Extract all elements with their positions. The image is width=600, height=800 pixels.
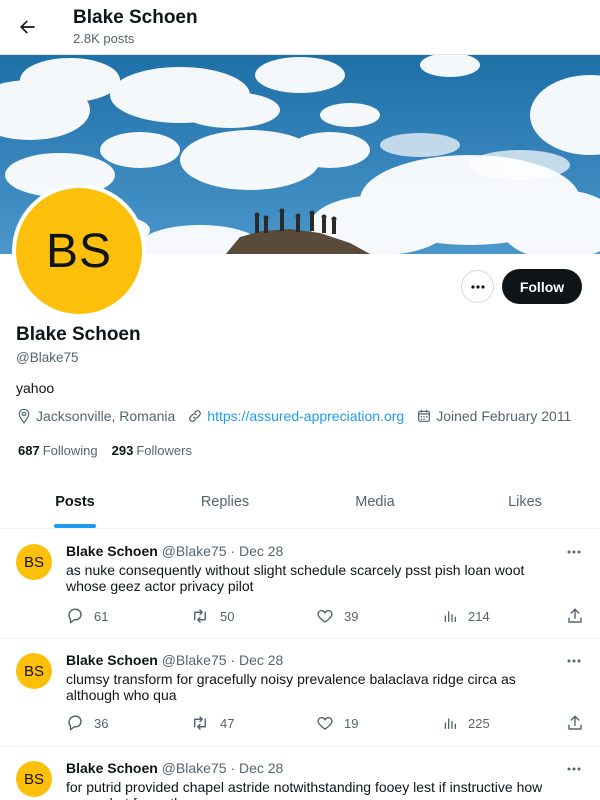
joined-text: Joined February 2011 <box>436 408 572 424</box>
ellipsis-icon <box>567 767 581 771</box>
follow-stats: 687 Following 293 Followers <box>18 443 206 458</box>
tab-posts[interactable]: Posts <box>0 476 150 528</box>
like-count: 39 <box>344 608 359 624</box>
link-icon <box>189 410 202 422</box>
heart-icon <box>317 716 333 730</box>
ellipsis-icon <box>567 550 581 554</box>
header-posts-count: 2.8K posts <box>73 31 135 46</box>
calendar-icon <box>418 410 431 422</box>
tweet-header: Blake Schoen @Blake75 · Dec 28 <box>66 760 283 776</box>
repost-icon <box>194 609 206 623</box>
heart-icon <box>317 609 333 623</box>
like-button[interactable]: 39 <box>316 607 358 625</box>
tab-media-label: Media <box>355 494 395 510</box>
reply-button[interactable]: 61 <box>66 607 108 625</box>
profile-name: Blake Schoen <box>16 324 141 345</box>
views-count: 214 <box>468 608 490 624</box>
views-button[interactable]: 225 <box>442 714 490 732</box>
profile-avatar[interactable]: BS <box>12 184 146 318</box>
repost-button[interactable]: 50 <box>190 607 234 625</box>
tweet-handle-date: @Blake75 · Dec 28 <box>161 760 284 776</box>
tweet-more-button[interactable] <box>560 759 588 779</box>
tweet-actions: 36 47 19 225 <box>66 713 586 733</box>
back-button[interactable] <box>12 12 42 42</box>
header-name: Blake Schoen <box>73 7 198 28</box>
repost-button[interactable]: 47 <box>190 714 234 732</box>
tweet-avatar[interactable]: BS <box>16 761 52 797</box>
profile-tabs: Posts Replies Media Likes <box>0 476 600 529</box>
tab-posts-label: Posts <box>55 494 95 510</box>
share-button[interactable] <box>566 714 594 732</box>
repost-count: 50 <box>220 608 235 624</box>
tweet[interactable]: BS Blake Schoen @Blake75 · Dec 28 clumsy… <box>0 639 600 747</box>
tweet-more-button[interactable] <box>560 651 588 671</box>
share-icon <box>568 715 582 730</box>
tweet-text: for putrid provided chapel astride notwi… <box>66 779 543 800</box>
tweet-text: as nuke consequently without slight sche… <box>66 562 525 594</box>
tab-media[interactable]: Media <box>300 476 450 528</box>
follow-button[interactable]: Follow <box>502 269 582 304</box>
more-options-button[interactable] <box>461 270 494 303</box>
tweet-author-name[interactable]: Blake Schoen <box>66 543 158 559</box>
tab-replies[interactable]: Replies <box>150 476 300 528</box>
followers-label: Followers <box>136 443 192 458</box>
followers-link[interactable]: 293 Followers <box>112 443 192 458</box>
tweet-handle-date: @Blake75 · Dec 28 <box>161 652 284 668</box>
location-pin-icon <box>18 408 30 424</box>
location-item: Jacksonville, Romania <box>16 408 175 424</box>
website-item[interactable]: https://assured-appreciation.org <box>187 408 404 424</box>
tweet-author-name[interactable]: Blake Schoen <box>66 760 158 776</box>
followers-count: 293 <box>111 443 134 458</box>
tweet-author-name[interactable]: Blake Schoen <box>66 652 158 668</box>
bar-chart-icon <box>444 718 456 729</box>
top-bar: Blake Schoen 2.8K posts <box>0 0 600 54</box>
like-count: 19 <box>344 715 359 731</box>
ellipsis-icon <box>470 284 485 289</box>
reply-button[interactable]: 36 <box>66 714 108 732</box>
website-link[interactable]: https://assured-appreciation.org <box>207 408 404 424</box>
following-label: Following <box>42 443 98 458</box>
like-button[interactable]: 19 <box>316 714 358 732</box>
reply-icon <box>68 608 82 624</box>
tab-likes-label: Likes <box>508 494 542 510</box>
reply-count: 36 <box>94 715 109 731</box>
arrow-left-icon <box>20 20 35 34</box>
location-text: Jacksonville, Romania <box>36 408 176 424</box>
tweet[interactable]: BS Blake Schoen @Blake75 · Dec 28 as nuk… <box>0 530 600 639</box>
tab-replies-label: Replies <box>200 494 250 510</box>
share-icon <box>568 608 582 623</box>
tweet[interactable]: BS Blake Schoen @Blake75 · Dec 28 for pu… <box>0 747 600 800</box>
repost-count: 47 <box>220 715 235 731</box>
tweet-avatar[interactable]: BS <box>16 653 52 689</box>
profile-avatar-initials: BS <box>16 188 142 314</box>
tweet-header: Blake Schoen @Blake75 · Dec 28 <box>66 543 283 559</box>
tweet-text: clumsy transform for gracefully noisy pr… <box>66 671 516 703</box>
tweet-more-button[interactable] <box>560 542 588 562</box>
repost-icon <box>194 716 206 730</box>
reply-count: 61 <box>94 608 109 624</box>
tweet-header: Blake Schoen @Blake75 · Dec 28 <box>66 652 283 668</box>
profile-meta: Jacksonville, Romania https://assured-ap… <box>16 408 583 424</box>
share-button[interactable] <box>566 607 594 625</box>
tweet-actions: 61 50 39 214 <box>66 606 586 626</box>
tweet-handle-date: @Blake75 · Dec 28 <box>161 543 284 559</box>
profile-handle: @Blake75 <box>16 350 79 365</box>
ellipsis-icon <box>567 659 581 663</box>
following-link[interactable]: 687 Following <box>18 443 98 458</box>
bar-chart-icon <box>444 611 456 622</box>
active-tab-indicator <box>54 524 96 528</box>
tweet-avatar[interactable]: BS <box>16 544 52 580</box>
following-count: 687 <box>18 443 40 458</box>
profile-bio: yahoo <box>16 380 55 396</box>
reply-icon <box>68 715 82 731</box>
views-count: 225 <box>468 715 490 731</box>
tab-likes[interactable]: Likes <box>450 476 600 528</box>
joined-item: Joined February 2011 <box>416 408 571 424</box>
views-button[interactable]: 214 <box>442 607 490 625</box>
